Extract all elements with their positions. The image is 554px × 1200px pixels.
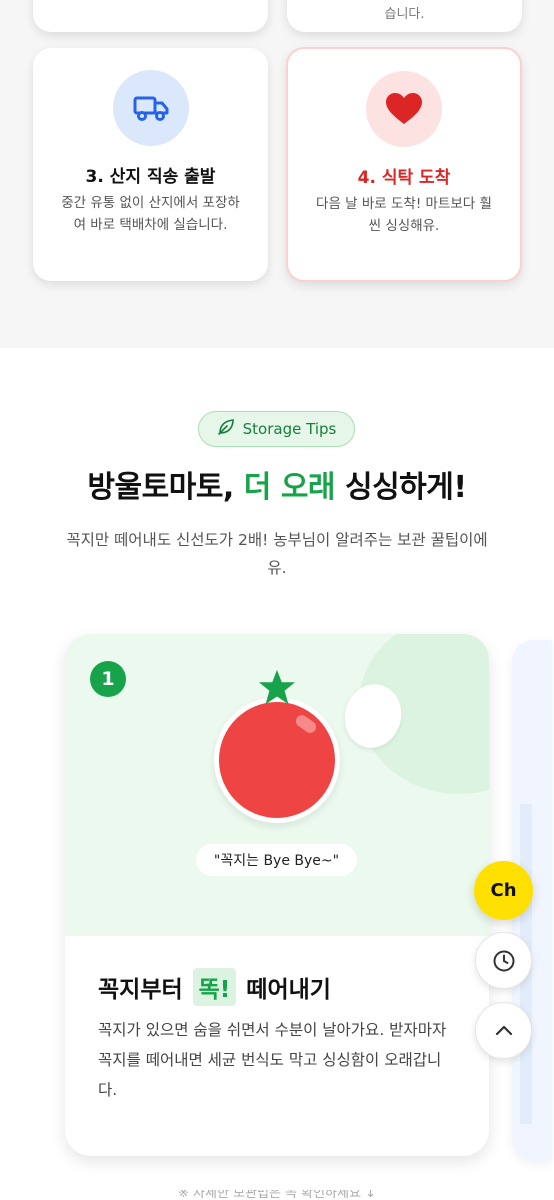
tip-number-badge: 1 — [90, 661, 126, 697]
channel-chat-button[interactable]: Ch — [474, 861, 533, 920]
heart-icon — [366, 71, 442, 147]
step-card-3: 3. 산지 직송 출발 중간 유통 없이 산지에서 포장하여 바로 택배차에 실… — [33, 48, 268, 281]
step-card-1 — [33, 0, 268, 32]
process-steps-section: 습니다. 3. 산지 직송 출발 중간 유통 없이 산지에서 포장하여 바로 택… — [0, 0, 554, 348]
tip-body: 꼭지가 있으면 숨을 쉬면서 수분이 날아가요. 받자마자 꼭지를 떼어내면 세… — [98, 1021, 447, 1099]
step-card-2: 습니다. — [287, 0, 522, 32]
tip-illustration: 1 "꼭지는 Bye Bye~" — [65, 634, 489, 936]
step-card-4: 4. 식탁 도착 다음 날 바로 도착! 마트보다 훨씬 싱싱해유. — [286, 47, 522, 282]
headline-accent: 더 오래 — [243, 470, 336, 505]
tomato-illustration — [214, 697, 340, 823]
section-subtitle: 꼭지만 떼어내도 신선도가 2배! 농부님이 알려주는 보관 꿀팁이에유. — [66, 531, 488, 577]
storage-tips-label: Storage Tips — [242, 420, 337, 438]
leaf-icon — [217, 418, 235, 440]
headline-pre: 방울토마토, — [87, 470, 234, 505]
tip-heading-pre: 꼭지부터 — [98, 977, 183, 1003]
step-3-desc: 중간 유통 없이 산지에서 포장하여 바로 택배차에 실습니다. — [61, 195, 240, 233]
bottom-note-text: ※ 자세한 보관법은 꼭 확인하세요 ↓ — [178, 1190, 376, 1200]
tip-heading-accent: 똑! — [192, 968, 237, 1006]
scroll-top-button[interactable] — [475, 1002, 532, 1059]
tomato-shine — [293, 712, 319, 736]
step-4-desc: 다음 날 바로 도착! 마트보다 훨씬 싱싱해유. — [316, 196, 492, 234]
recent-view-button[interactable] — [475, 932, 532, 989]
clock-icon — [493, 950, 514, 971]
headline-post: 싱싱하게! — [344, 470, 467, 505]
tip-card-1: 1 "꼭지는 Bye Bye~" 꼭지부터 똑! 떼어내기 꼭지가 있으면 숨을… — [65, 634, 489, 1156]
channel-label: Ch — [490, 880, 517, 901]
tip-heading-post: 떼어내기 — [246, 977, 331, 1003]
tip-heading: 꼭지부터 똑! 떼어내기 — [98, 968, 331, 1006]
speech-bubble: "꼭지는 Bye Bye~" — [196, 844, 357, 876]
truck-icon — [112, 70, 189, 146]
stem-star-icon — [258, 669, 296, 705]
step-4-title: 4. 식탁 도착 — [357, 168, 451, 188]
section-headline: 방울토마토, 더 오래 싱싱하게! — [0, 462, 554, 506]
chevron-up-icon — [495, 1025, 512, 1035]
bottom-note: ※ 자세한 보관법은 꼭 확인하세요 ↓ — [0, 1190, 554, 1200]
step-card-2-desc: 습니다. — [384, 7, 425, 22]
step-3-title: 3. 산지 직송 출발 — [85, 167, 216, 187]
storage-tips-pill: Storage Tips — [198, 411, 355, 447]
